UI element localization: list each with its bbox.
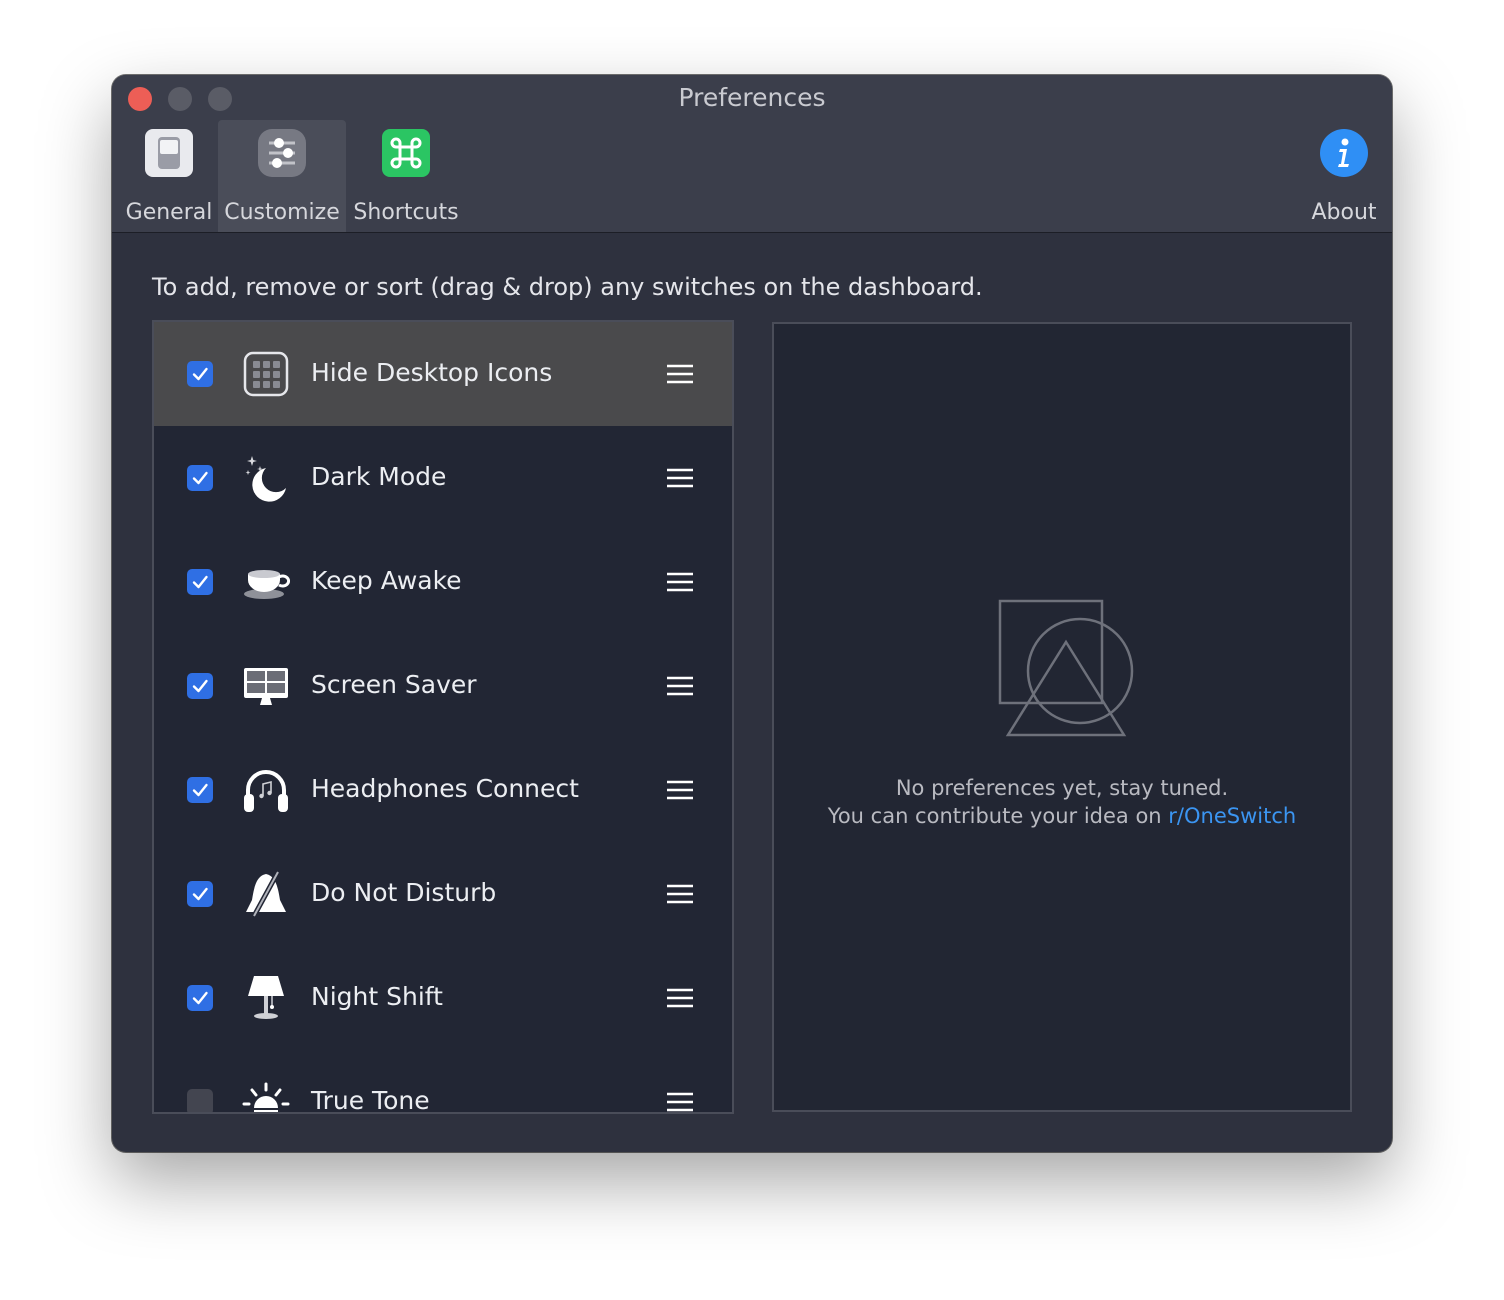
monitor-icon bbox=[244, 668, 288, 705]
tab-customize-label: Customize bbox=[224, 200, 340, 225]
checkbox-night-shift[interactable] bbox=[187, 985, 213, 1011]
checkbox-true-tone[interactable] bbox=[187, 1089, 213, 1112]
checkbox-screen-saver[interactable] bbox=[187, 673, 213, 699]
switch-label: Headphones Connect bbox=[311, 774, 579, 803]
bell-slash-icon bbox=[246, 870, 286, 918]
switch-label: Hide Desktop Icons bbox=[311, 358, 553, 387]
window-title: Preferences bbox=[678, 83, 826, 112]
tab-shortcuts[interactable]: Shortcuts bbox=[352, 120, 460, 232]
oneswitch-reddit-link[interactable]: r/OneSwitch bbox=[1168, 804, 1296, 828]
checkmark-icon bbox=[192, 575, 208, 589]
contribute-line: You can contribute your idea on r/OneSwi… bbox=[774, 804, 1350, 828]
switch-row-headphones-connect[interactable]: Headphones Connect bbox=[154, 738, 732, 842]
preferences-window: Preferences General Customize Shortcuts … bbox=[112, 75, 1392, 1152]
switch-label: Night Shift bbox=[311, 982, 443, 1011]
switch-label: Do Not Disturb bbox=[311, 878, 497, 907]
drag-handle-icon[interactable] bbox=[667, 780, 693, 800]
sliders-icon bbox=[258, 129, 306, 177]
switch-row-dark-mode[interactable]: Dark Mode bbox=[154, 426, 732, 530]
drag-handle-icon[interactable] bbox=[667, 572, 693, 592]
tab-customize[interactable]: Customize bbox=[218, 120, 346, 232]
sun-icon bbox=[242, 1082, 290, 1112]
lamp-icon bbox=[248, 976, 284, 1019]
tab-about-label: About bbox=[1311, 200, 1377, 225]
headphones-icon bbox=[244, 770, 288, 812]
moon-icon bbox=[245, 456, 286, 502]
drag-handle-icon[interactable] bbox=[667, 1092, 693, 1112]
checkmark-icon bbox=[192, 471, 208, 485]
empty-state-message: No preferences yet, stay tuned. bbox=[895, 776, 1229, 800]
toolbar: Preferences General Customize Shortcuts … bbox=[112, 75, 1392, 233]
tab-general[interactable]: General bbox=[126, 120, 212, 232]
checkbox-keep-awake[interactable] bbox=[187, 569, 213, 595]
checkmark-icon bbox=[192, 367, 208, 381]
switch-label: Screen Saver bbox=[311, 670, 477, 699]
drag-handle-icon[interactable] bbox=[667, 884, 693, 904]
checkbox-headphones-connect[interactable] bbox=[187, 777, 213, 803]
info-icon bbox=[1320, 129, 1368, 177]
checkbox-hide-desktop-icons[interactable] bbox=[187, 361, 213, 387]
checkbox-dark-mode[interactable] bbox=[187, 465, 213, 491]
checkmark-icon bbox=[192, 783, 208, 797]
desktop-grid-icon bbox=[243, 351, 289, 397]
drag-handle-icon[interactable] bbox=[667, 988, 693, 1008]
switch-row-hide-desktop-icons[interactable]: Hide Desktop Icons bbox=[154, 322, 732, 426]
tab-about[interactable]: About bbox=[1302, 120, 1386, 232]
switch-label: True Tone bbox=[311, 1086, 430, 1114]
switch-label: Dark Mode bbox=[311, 462, 447, 491]
switch-row-screen-saver[interactable]: Screen Saver bbox=[154, 634, 732, 738]
drag-handle-icon[interactable] bbox=[667, 468, 693, 488]
checkbox-do-not-disturb[interactable] bbox=[187, 881, 213, 907]
switch-row-true-tone[interactable]: True Tone bbox=[154, 1050, 732, 1114]
switch-row-keep-awake[interactable]: Keep Awake bbox=[154, 530, 732, 634]
contribute-text: You can contribute your idea on bbox=[827, 804, 1162, 828]
instructions-text: To add, remove or sort (drag & drop) any… bbox=[152, 273, 983, 301]
detail-panel: No preferences yet, stay tuned. You can … bbox=[772, 322, 1352, 1112]
tab-general-label: General bbox=[125, 200, 213, 225]
command-key-icon bbox=[382, 129, 430, 177]
tab-shortcuts-label: Shortcuts bbox=[353, 200, 459, 225]
switch-label: Keep Awake bbox=[311, 566, 462, 595]
switch-list[interactable]: Hide Desktop Icons Dark Mode Keep Awake … bbox=[152, 320, 734, 1114]
checkmark-icon bbox=[192, 887, 208, 901]
coffee-cup-icon bbox=[244, 570, 290, 599]
checkmark-icon bbox=[192, 991, 208, 1005]
drag-handle-icon[interactable] bbox=[667, 676, 693, 696]
checkmark-icon bbox=[192, 679, 208, 693]
placeholder-shapes-icon bbox=[998, 599, 1134, 737]
drag-handle-icon[interactable] bbox=[667, 364, 693, 384]
switch-row-do-not-disturb[interactable]: Do Not Disturb bbox=[154, 842, 732, 946]
general-switch-icon bbox=[145, 129, 193, 177]
switch-row-night-shift[interactable]: Night Shift bbox=[154, 946, 732, 1050]
